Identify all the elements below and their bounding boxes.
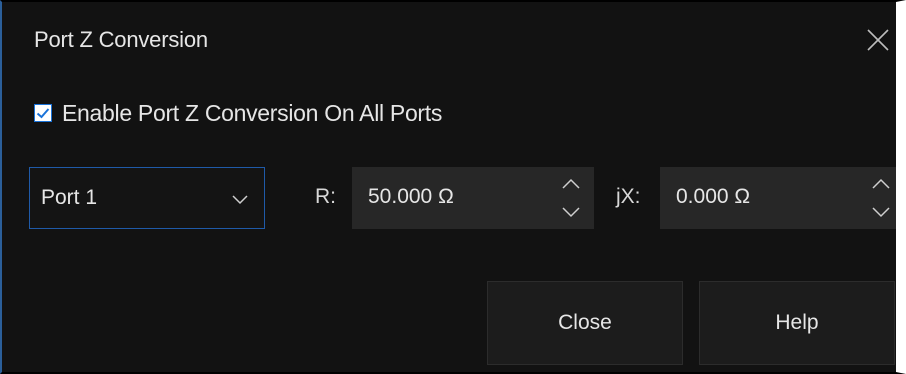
reactance-value: 0.000 Ω: [676, 185, 751, 208]
enable-port-z-conversion-checkbox[interactable]: [34, 104, 52, 122]
port-select-dropdown[interactable]: Port 1: [29, 167, 265, 229]
help-button[interactable]: Help: [699, 281, 895, 365]
reactance-label: jX:: [616, 185, 641, 208]
close-button[interactable]: Close: [487, 281, 683, 365]
enable-port-z-conversion-checkbox-row[interactable]: Enable Port Z Conversion On All Ports: [34, 96, 442, 130]
reactance-spinbox[interactable]: 0.000 Ω: [660, 167, 896, 229]
resistance-value: 50.000 Ω: [368, 185, 454, 208]
port-z-conversion-dialog: Port Z Conversion Enable Port Z Conversi…: [0, 0, 906, 374]
enable-port-z-conversion-label: Enable Port Z Conversion On All Ports: [62, 99, 443, 126]
checkmark-icon: [36, 108, 50, 119]
resistance-increment-icon[interactable]: [559, 173, 583, 195]
chevron-down-icon: [231, 190, 249, 208]
reactance-decrement-icon[interactable]: [869, 201, 893, 223]
resistance-decrement-icon[interactable]: [559, 201, 583, 223]
port-select-value: Port 1: [41, 186, 98, 209]
dialog-titlebar: Port Z Conversion: [2, 2, 896, 74]
resistance-spinbox[interactable]: 50.000 Ω: [352, 167, 594, 229]
reactance-increment-icon[interactable]: [869, 173, 893, 195]
resistance-label: R:: [315, 185, 336, 208]
close-icon[interactable]: [865, 27, 891, 53]
dialog-title: Port Z Conversion: [34, 27, 208, 52]
